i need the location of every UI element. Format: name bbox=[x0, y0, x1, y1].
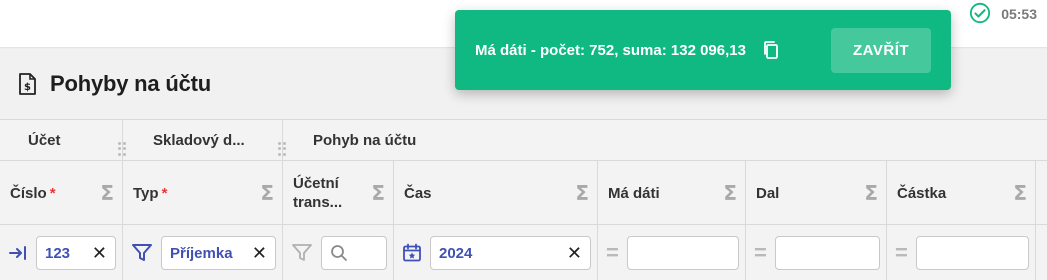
column-header-typ[interactable]: Typ * Σ bbox=[123, 161, 283, 225]
column-header-cislo[interactable]: Číslo * Σ bbox=[0, 161, 123, 225]
filter-row: 123 ✕ Příjemka ✕ 2024 ✕ = = = bbox=[0, 225, 1047, 280]
clear-icon[interactable]: ✕ bbox=[567, 243, 582, 264]
column-label: Účetní trans... bbox=[293, 175, 343, 211]
filter-cell-cas: 2024 ✕ bbox=[394, 225, 598, 280]
sum-icon[interactable]: Σ bbox=[575, 181, 589, 205]
document-dollar-icon: $ bbox=[16, 72, 38, 96]
filter-cell-ucetni bbox=[283, 225, 394, 280]
filter-cell-cislo: 123 ✕ bbox=[0, 225, 123, 280]
filter-value: Příjemka bbox=[170, 244, 233, 262]
filter-cell-castka: = bbox=[887, 225, 1036, 280]
filter-icon[interactable] bbox=[131, 243, 153, 263]
data-grid: Účet Skladový d... Pohyb na účtu Číslo * … bbox=[0, 119, 1047, 280]
column-label: Částka bbox=[897, 184, 947, 202]
sum-icon[interactable]: Σ bbox=[100, 181, 114, 205]
column-header-ucetni-transakce[interactable]: Účetní trans... Σ bbox=[283, 161, 394, 225]
column-drag-handle[interactable] bbox=[118, 142, 126, 156]
sum-icon[interactable]: Σ bbox=[723, 181, 737, 205]
filter-cell-ma-dati: = bbox=[598, 225, 746, 280]
column-label: Číslo * bbox=[10, 184, 56, 202]
sum-icon[interactable]: Σ bbox=[371, 181, 385, 205]
copy-icon[interactable] bbox=[762, 40, 780, 60]
close-toast-button[interactable]: ZAVŘÍT bbox=[831, 28, 931, 73]
sum-icon[interactable]: Σ bbox=[1013, 181, 1027, 205]
filter-input-ma-dati[interactable] bbox=[626, 236, 739, 270]
summary-toast: Má dáti - počet: 752, suma: 132 096,13 Z… bbox=[455, 10, 951, 90]
column-group-row: Účet Skladový d... Pohyb na účtu bbox=[0, 120, 1047, 161]
search-icon bbox=[330, 244, 348, 262]
column-label: Má dáti bbox=[608, 184, 660, 202]
group-header-pohyb[interactable]: Pohyb na účtu bbox=[283, 120, 1047, 161]
column-drag-handle[interactable] bbox=[278, 142, 286, 156]
filter-outline-icon[interactable] bbox=[291, 243, 313, 263]
calendar-icon[interactable] bbox=[402, 243, 422, 263]
filter-input-castka[interactable] bbox=[915, 236, 1029, 270]
column-header-ma-dati[interactable]: Má dáti Σ bbox=[598, 161, 746, 225]
status-area: 05:53 bbox=[969, 2, 1037, 26]
filter-input-dal[interactable] bbox=[774, 236, 880, 270]
sum-icon[interactable]: Σ bbox=[260, 181, 274, 205]
check-circle-icon bbox=[969, 2, 991, 27]
clear-icon[interactable]: ✕ bbox=[252, 243, 267, 264]
group-label: Účet bbox=[28, 132, 61, 149]
filter-value: 2024 bbox=[439, 244, 473, 262]
group-label: Pohyb na účtu bbox=[313, 132, 417, 149]
column-label: Typ * bbox=[133, 184, 168, 202]
filter-input-cislo[interactable]: 123 ✕ bbox=[36, 236, 116, 270]
page-title: Pohyby na účtu bbox=[50, 71, 211, 96]
filter-cell-dal: = bbox=[746, 225, 887, 280]
column-header-dal[interactable]: Dal Σ bbox=[746, 161, 887, 225]
equals-icon[interactable]: = bbox=[895, 240, 908, 266]
column-header-row: Číslo * Σ Typ * Σ Účetní trans... Σ Čas Σ M… bbox=[0, 161, 1047, 225]
column-label: Dal bbox=[756, 184, 780, 202]
column-header-cas[interactable]: Čas Σ bbox=[394, 161, 598, 225]
equals-icon[interactable]: = bbox=[754, 240, 767, 266]
arrow-right-to-bar-icon[interactable] bbox=[8, 244, 28, 262]
clear-icon[interactable]: ✕ bbox=[92, 243, 107, 264]
toast-message: Má dáti - počet: 752, suma: 132 096,13 bbox=[475, 41, 746, 59]
sum-icon[interactable]: Σ bbox=[864, 181, 878, 205]
group-header-ucet[interactable]: Účet bbox=[0, 120, 123, 161]
column-label: Čas bbox=[404, 184, 432, 202]
column-header-castka[interactable]: Částka Σ bbox=[887, 161, 1036, 225]
clock-time: 05:53 bbox=[1001, 6, 1037, 22]
group-label: Skladový d... bbox=[153, 132, 245, 149]
filter-input-ucetni[interactable] bbox=[321, 236, 387, 270]
filter-input-cas[interactable]: 2024 ✕ bbox=[430, 236, 591, 270]
equals-icon[interactable]: = bbox=[606, 240, 619, 266]
filter-value: 123 bbox=[45, 244, 71, 262]
filter-input-typ[interactable]: Příjemka ✕ bbox=[161, 236, 276, 270]
group-header-skladovy[interactable]: Skladový d... bbox=[123, 120, 283, 161]
filter-cell-typ: Příjemka ✕ bbox=[123, 225, 283, 280]
svg-text:$: $ bbox=[24, 82, 31, 93]
